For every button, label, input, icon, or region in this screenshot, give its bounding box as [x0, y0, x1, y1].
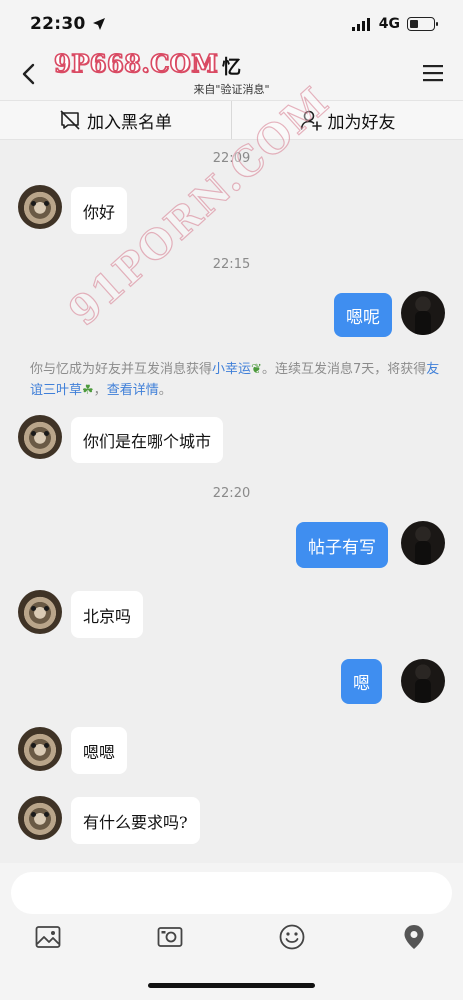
- notice-text: ，: [93, 383, 107, 398]
- status-time: 22:30: [30, 14, 86, 34]
- signal-icon: [351, 17, 370, 31]
- block-icon: [60, 110, 80, 130]
- outgoing-message[interactable]: 嗯: [341, 659, 382, 704]
- outgoing-message[interactable]: 嗯呢: [334, 293, 392, 337]
- friendship-notice: 你与忆成为好友并互发消息获得小幸运❦。连续互发消息7天，将获得友谊三叶草☘，查看…: [30, 359, 440, 401]
- add-to-blacklist-label: 加入黑名单: [87, 112, 172, 133]
- notice-text: 。: [158, 383, 172, 398]
- image-button[interactable]: [34, 923, 62, 951]
- home-indicator: [148, 983, 315, 988]
- emoji-button[interactable]: [278, 923, 306, 951]
- contact-avatar[interactable]: [18, 590, 62, 634]
- emoji-icon: [279, 924, 305, 950]
- my-avatar[interactable]: [401, 659, 445, 703]
- page-subtitle: 来自"验证消息": [193, 83, 270, 96]
- battery-icon: [407, 17, 438, 31]
- timestamp: 22:15: [212, 257, 251, 272]
- location-button[interactable]: [400, 923, 428, 951]
- battery-level: [410, 20, 418, 28]
- contact-avatar[interactable]: [18, 415, 62, 459]
- clover-icon: ☘: [82, 383, 94, 398]
- menu-button[interactable]: [421, 62, 445, 84]
- message-input[interactable]: [11, 872, 452, 914]
- add-to-blacklist-button[interactable]: 加入黑名单: [0, 101, 231, 139]
- network-type: 4G: [378, 16, 400, 32]
- status-right: 4G: [351, 16, 438, 32]
- contact-avatar[interactable]: [18, 796, 62, 840]
- camera-button[interactable]: [156, 923, 184, 951]
- my-avatar[interactable]: [401, 521, 445, 565]
- notice-text: 你与忆成为好友并互发消息获得: [30, 362, 213, 377]
- incoming-message[interactable]: 你们是在哪个城市: [71, 417, 224, 463]
- sprout-icon: ❦: [251, 362, 262, 377]
- notice-text: 。连续互发消息7天，将获得: [261, 362, 427, 377]
- watermark-top: 9P668.COM: [53, 48, 219, 79]
- camera-icon: [157, 927, 183, 947]
- lucky-link[interactable]: 小幸运: [212, 362, 251, 377]
- chat-area[interactable]: 22:09 你好 22:15 嗯呢 你与忆成为好友并互发消息获得小幸运❦。连续互…: [0, 141, 463, 863]
- timestamp: 22:20: [212, 486, 251, 501]
- input-area: [0, 863, 463, 1000]
- contact-avatar[interactable]: [18, 185, 62, 229]
- status-bar: 22:30 4G: [0, 0, 463, 48]
- contact-avatar[interactable]: [18, 727, 62, 771]
- action-bar: 加入黑名单 加为好友: [0, 100, 463, 140]
- outgoing-message[interactable]: 帖子有写: [296, 522, 388, 568]
- status-left: 22:30: [30, 14, 106, 34]
- location-icon: [404, 925, 424, 949]
- incoming-message[interactable]: 北京吗: [71, 591, 144, 638]
- incoming-message[interactable]: 你好: [71, 187, 128, 234]
- location-arrow-icon: [92, 18, 105, 30]
- menu-icon: [423, 65, 443, 82]
- incoming-message[interactable]: 有什么要求吗?: [71, 797, 200, 844]
- incoming-message[interactable]: 嗯嗯: [71, 727, 128, 774]
- my-avatar[interactable]: [401, 291, 445, 335]
- image-icon: [35, 926, 61, 948]
- view-details-link[interactable]: 查看详情: [107, 383, 159, 398]
